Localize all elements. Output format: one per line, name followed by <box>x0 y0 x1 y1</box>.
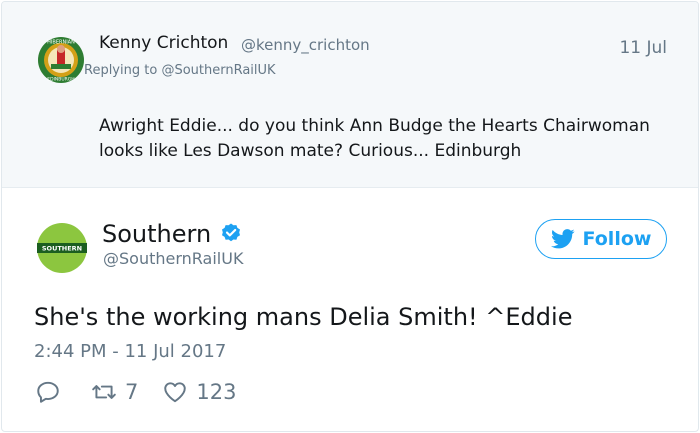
follow-button[interactable]: Follow <box>535 219 667 259</box>
hibernian-crest-avatar[interactable]: HIBERNIAN EDINBURGH <box>37 36 85 84</box>
parent-tweet-text: Awright Eddie... do you think Ann Budge … <box>99 116 650 161</box>
verified-badge-icon <box>222 223 241 242</box>
reply-button[interactable] <box>35 379 69 405</box>
like-count: 123 <box>196 380 237 404</box>
tweet-timestamp[interactable]: 2:44 PM - 11 Jul 2017 <box>34 341 226 362</box>
replying-to-link[interactable]: @SouthernRailUK <box>161 63 275 78</box>
retweet-icon <box>92 385 116 399</box>
parent-tweet-time[interactable]: 11 Jul <box>619 38 667 58</box>
tweet-actions: 7 123 <box>35 378 236 406</box>
svg-text:EDINBURGH: EDINBURGH <box>47 77 74 83</box>
reply-icon <box>37 381 59 403</box>
parent-author-name[interactable]: Kenny Crichton <box>99 33 228 53</box>
parent-tweet[interactable]: HIBERNIAN EDINBURGH Kenny Crichton @kenn… <box>2 2 698 188</box>
heart-icon <box>164 382 187 403</box>
replying-to-label: Replying to <box>84 63 162 78</box>
follow-button-label: Follow <box>582 228 652 250</box>
author-name-row[interactable]: Southern <box>102 220 243 248</box>
tweet-text: She's the working mans Delia Smith! ^Edd… <box>34 303 573 331</box>
tweet-card: HIBERNIAN EDINBURGH Kenny Crichton @kenn… <box>1 1 699 432</box>
svg-text:SOUTHERN: SOUTHERN <box>42 245 82 253</box>
twitter-bird-icon <box>550 229 575 249</box>
retweet-count: 7 <box>125 380 139 404</box>
author-handle[interactable]: @SouthernRailUK <box>103 249 243 268</box>
author-name[interactable]: Southern <box>102 220 211 248</box>
like-button[interactable]: 123 <box>162 379 236 405</box>
replying-to-line: Replying to @SouthernRailUK <box>84 63 276 78</box>
retweet-button[interactable]: 7 <box>91 379 138 405</box>
southern-logo-avatar[interactable]: SOUTHERN <box>37 223 87 273</box>
svg-text:HIBERNIAN: HIBERNIAN <box>47 40 75 46</box>
parent-author-handle[interactable]: @kenny_crichton <box>241 36 370 54</box>
